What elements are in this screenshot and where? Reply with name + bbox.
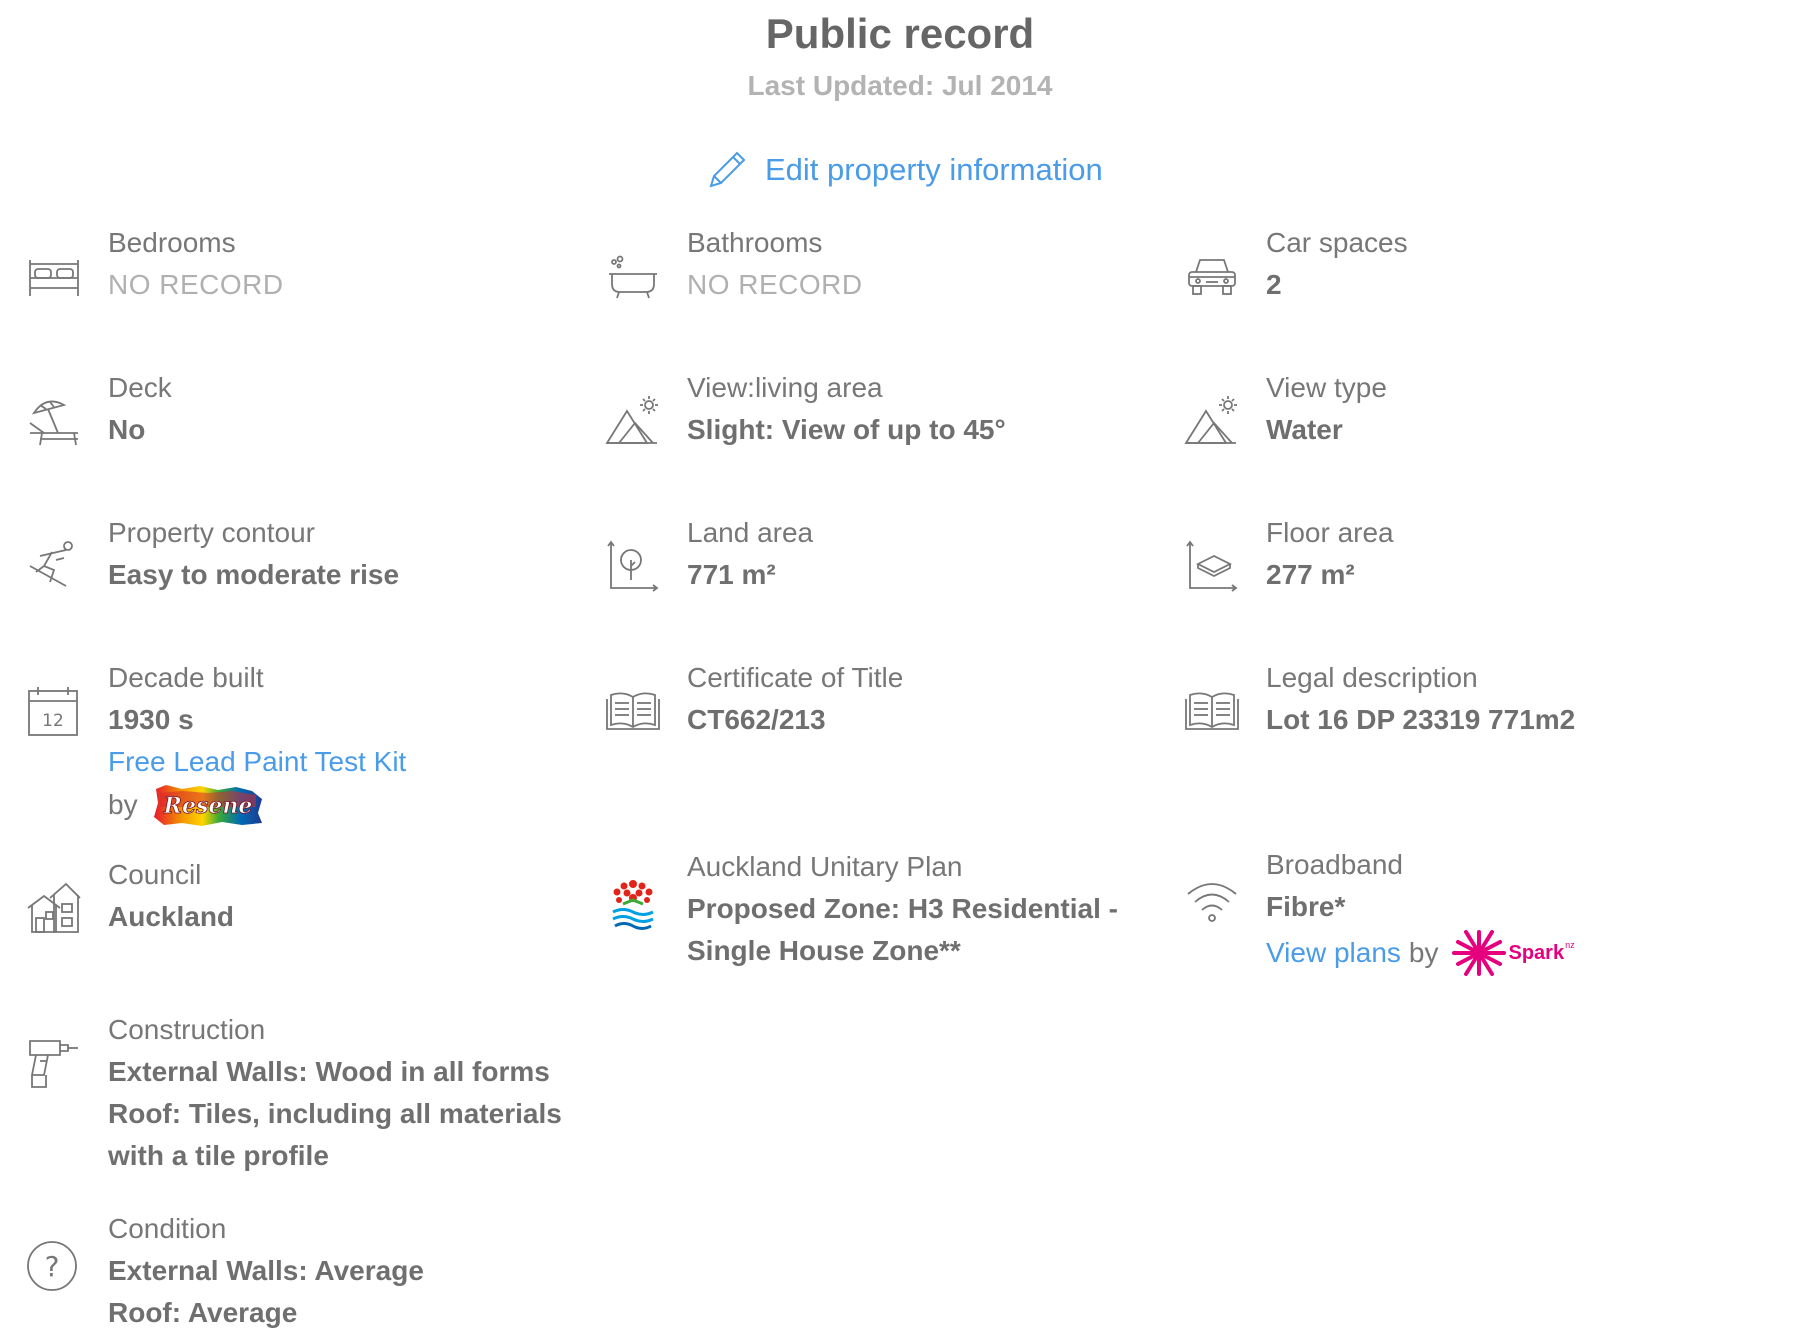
field-value-line: Roof: Average — [108, 1297, 298, 1328]
calendar-icon: 12 — [26, 683, 82, 739]
car-icon — [1184, 248, 1240, 304]
mountain-sun-icon — [1184, 393, 1240, 449]
question-circle-icon: ? — [26, 1238, 82, 1294]
field-label: Property contour — [108, 517, 315, 548]
calendar-number: 12 — [42, 711, 64, 731]
field-value: 277 m² — [1266, 559, 1355, 590]
field-label: View:living area — [687, 372, 883, 403]
field-label: Auckland Unitary Plan — [687, 851, 963, 882]
field-label: Bedrooms — [108, 227, 236, 258]
drill-icon — [26, 1035, 82, 1091]
floor-area-icon — [1184, 538, 1240, 594]
field-label: Legal description — [1266, 662, 1478, 693]
field-label: Floor area — [1266, 517, 1394, 548]
field-value-line: Roof: Tiles, including all materials — [108, 1098, 562, 1129]
field-value-line: External Walls: Average — [108, 1255, 424, 1286]
field-value: Auckland — [108, 901, 235, 932]
bed-icon — [26, 248, 82, 304]
field-value-line: External Walls: Wood in all forms — [108, 1056, 550, 1087]
book-icon — [1184, 683, 1240, 739]
skier-icon — [26, 538, 82, 594]
field-value: Water — [1266, 414, 1343, 445]
spark-logo-sup: nz — [1565, 940, 1575, 950]
mountain-sun-icon — [605, 393, 661, 449]
land-area-icon — [605, 538, 661, 594]
field-value: 1930 s — [108, 704, 194, 735]
auckland-council-logo — [605, 876, 661, 932]
view-plans-link[interactable]: View plans — [1266, 932, 1401, 974]
field-value: 771 m² — [687, 559, 776, 590]
field-label: Deck — [108, 372, 172, 403]
resene-logo-text: Resene — [162, 793, 252, 819]
lead-paint-kit-link[interactable]: Free Lead Paint Test Kit — [108, 741, 406, 783]
field-value: NO RECORD — [687, 269, 863, 300]
field-label: Bathrooms — [687, 227, 823, 258]
field-label: Car spaces — [1266, 227, 1408, 258]
umbrella-lounger-icon — [26, 393, 82, 449]
field-value: Easy to moderate rise — [108, 559, 400, 590]
resene-logo[interactable]: Resene — [152, 783, 264, 827]
field-label: Certificate of Title — [687, 662, 904, 693]
field-value: Lot 16 DP 23319 771m2 — [1266, 704, 1576, 735]
field-label: Broadband — [1266, 849, 1404, 880]
field-value-line: Single House Zone** — [687, 935, 961, 966]
edit-property-link[interactable]: Edit property information — [705, 148, 1103, 192]
field-value: Fibre* — [1266, 891, 1346, 922]
by-label: by — [108, 789, 138, 820]
field-value: NO RECORD — [108, 269, 284, 300]
edit-property-label: Edit property information — [765, 152, 1103, 187]
broadband-plans-row: View plans by Spark nz — [1266, 928, 1575, 978]
by-label: by — [1408, 937, 1439, 968]
houses-icon — [26, 880, 82, 936]
spark-logo[interactable]: Spark nz — [1452, 928, 1575, 978]
bathtub-icon — [605, 248, 661, 304]
field-value: CT662/213 — [687, 704, 826, 735]
field-label: Council — [108, 859, 202, 890]
page-title: Public record — [765, 10, 1035, 57]
spark-logo-text: Spark — [1508, 941, 1565, 964]
field-value: Slight: View of up to 45° — [687, 414, 1006, 445]
svg-text:?: ? — [45, 1250, 60, 1283]
field-label: Condition — [108, 1213, 227, 1244]
pencil-icon — [705, 148, 765, 192]
field-label: Construction — [108, 1014, 266, 1045]
field-value: No — [108, 414, 146, 445]
field-label: View type — [1266, 372, 1387, 403]
book-icon — [605, 683, 661, 739]
last-updated: Last Updated: Jul 2014 — [747, 70, 1053, 101]
field-value-line: with a tile profile — [108, 1140, 329, 1171]
wifi-icon — [1184, 874, 1240, 930]
field-label: Decade built — [108, 662, 264, 693]
sponsor-row: by Resene — [108, 783, 406, 827]
field-value: 2 — [1266, 269, 1282, 300]
field-label: Land area — [687, 517, 814, 548]
field-value-line: Proposed Zone: H3 Residential - — [687, 893, 1118, 924]
